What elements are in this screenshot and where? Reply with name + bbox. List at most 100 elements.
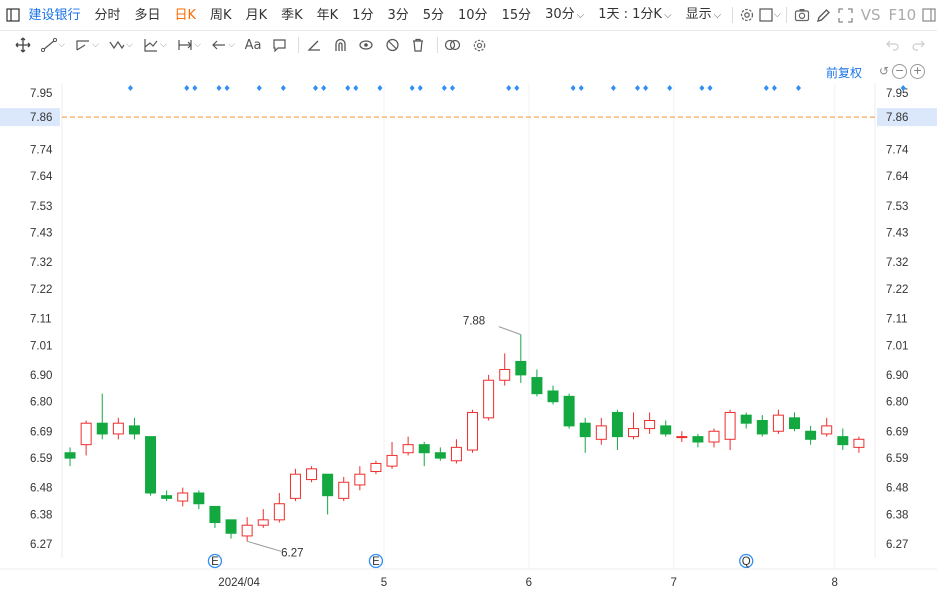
candle-up	[177, 492, 189, 502]
y-tick-label-right: 7.01	[886, 340, 908, 352]
candle-up	[257, 519, 269, 526]
info-marker-dot[interactable]	[224, 85, 230, 91]
candle-up	[370, 462, 382, 473]
info-marker-dot[interactable]	[506, 85, 512, 91]
y-tick-label-right: 6.80	[886, 397, 908, 409]
y-tick-label-right: 7.43	[886, 228, 908, 240]
info-marker-dot[interactable]	[184, 85, 190, 91]
candle-down	[145, 436, 157, 494]
candle-down	[531, 377, 543, 395]
max-price-label: 7.88	[463, 316, 485, 328]
candle-down	[805, 430, 817, 440]
info-marker-dot[interactable]	[377, 85, 383, 91]
candle-up	[483, 379, 495, 419]
candle-down	[756, 420, 768, 435]
info-marker-dot[interactable]	[321, 85, 327, 91]
x-axis-date-label: 8	[832, 577, 838, 589]
info-marker-dot[interactable]	[441, 85, 447, 91]
candle-up	[450, 446, 462, 462]
candle-down	[96, 422, 108, 435]
candle-up	[402, 444, 414, 454]
info-marker-dot[interactable]	[192, 85, 198, 91]
info-marker-dot[interactable]	[449, 85, 455, 91]
info-marker-dot[interactable]	[514, 85, 520, 91]
y-tick-label-left: 7.53	[30, 201, 52, 213]
candle-down	[563, 395, 575, 427]
candle-up	[772, 414, 784, 432]
candle-down	[418, 444, 430, 454]
info-marker-dot[interactable]	[667, 85, 673, 91]
info-marker-dot[interactable]	[280, 85, 286, 91]
candle-down	[579, 422, 591, 438]
info-marker-dot[interactable]	[578, 85, 584, 91]
info-marker-dot[interactable]	[313, 85, 319, 91]
info-marker-dot[interactable]	[409, 85, 415, 91]
y-tick-label-right: 7.86	[886, 112, 908, 124]
candle-up	[467, 411, 479, 451]
candle-down	[789, 417, 800, 430]
y-tick-label-right: 6.90	[886, 370, 908, 382]
y-tick-label-right: 7.22	[886, 284, 908, 296]
candle-down	[322, 473, 334, 497]
candle-up	[338, 481, 350, 499]
candle-down	[193, 492, 205, 505]
y-tick-label-right: 6.27	[886, 539, 908, 551]
info-marker-dot[interactable]	[763, 85, 769, 91]
candle-down	[547, 390, 559, 403]
y-tick-label-right: 6.48	[886, 483, 908, 495]
info-marker-dot[interactable]	[570, 85, 576, 91]
candle-up	[724, 411, 736, 440]
y-tick-label-right: 7.11	[886, 314, 908, 326]
y-tick-label-left: 7.11	[30, 314, 52, 326]
candle-down	[740, 414, 752, 424]
y-tick-label-left: 6.59	[30, 453, 52, 465]
info-marker-dot[interactable]	[635, 85, 641, 91]
y-tick-label-right: 7.64	[886, 171, 909, 183]
x-axis-date-label: 5	[381, 577, 387, 589]
candle-up	[354, 473, 366, 486]
info-marker-dot[interactable]	[417, 85, 423, 91]
info-marker-dot[interactable]	[216, 85, 222, 91]
info-marker-dot[interactable]	[643, 85, 649, 91]
info-marker-dot[interactable]	[345, 85, 351, 91]
candle-up	[241, 524, 253, 537]
info-marker-dot[interactable]	[610, 85, 616, 91]
candle-up	[628, 428, 640, 438]
candle-up	[853, 438, 865, 448]
candle-up	[499, 369, 511, 381]
y-tick-label-right: 7.53	[886, 201, 908, 213]
info-marker-dot[interactable]	[256, 85, 262, 91]
x-axis-date-label: 6	[526, 577, 532, 589]
candle-down	[209, 505, 221, 524]
event-marker-label: E	[211, 556, 219, 568]
y-tick-label-left: 7.74	[30, 144, 53, 156]
info-marker-dot[interactable]	[127, 85, 133, 91]
info-marker-dot[interactable]	[699, 85, 705, 91]
y-tick-label-left: 7.64	[30, 171, 53, 183]
y-tick-label-right: 6.69	[886, 426, 908, 438]
info-marker-dot[interactable]	[353, 85, 359, 91]
y-tick-label-left: 6.38	[30, 509, 52, 521]
candle-up	[386, 454, 398, 467]
candle-down	[837, 436, 849, 446]
event-marker-label: E	[372, 556, 380, 568]
y-tick-label-left: 7.32	[30, 257, 52, 269]
kline-chart[interactable]: 7.95 7.95 7.86 7.86 7.74 7.74 7.64 7.64 7.53 7.53…	[0, 0, 937, 600]
min-price-label: 6.27	[281, 547, 303, 559]
y-tick-label-right: 6.38	[886, 509, 908, 521]
y-tick-label-left: 7.01	[30, 340, 52, 352]
candle-down	[128, 425, 140, 435]
candle-up	[112, 422, 124, 435]
info-marker-dot[interactable]	[796, 85, 802, 91]
y-tick-label-left: 6.48	[30, 483, 52, 495]
y-tick-label-left: 7.86	[30, 112, 52, 124]
info-marker-dot[interactable]	[771, 85, 777, 91]
info-marker-dot[interactable]	[707, 85, 713, 91]
min-callout-line	[246, 540, 282, 552]
candle-down	[660, 425, 672, 435]
x-axis-date-label: 2024/04	[218, 577, 260, 589]
y-tick-label-right: 7.95	[886, 88, 908, 100]
y-tick-label-right: 7.32	[886, 257, 908, 269]
y-tick-label-left: 7.22	[30, 284, 52, 296]
max-callout-line	[498, 326, 521, 336]
